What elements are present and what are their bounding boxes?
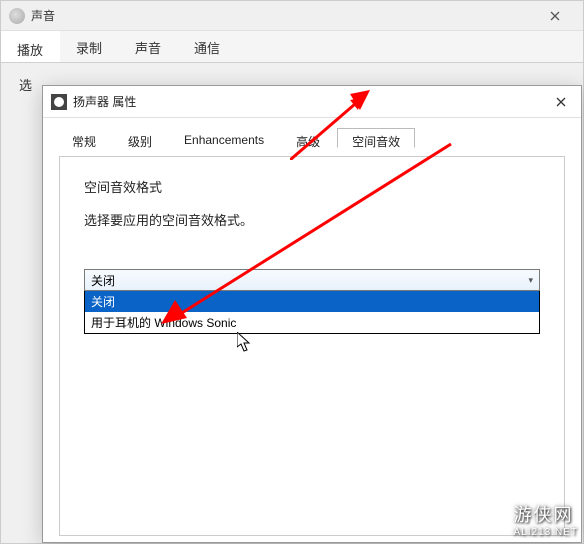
speaker-titlebar: 扬声器 属性 [43,86,581,118]
chevron-down-icon: ▾ [528,275,533,286]
speaker-tab-general[interactable]: 常规 [57,128,111,148]
close-icon [556,97,566,107]
combobox-dropdown: 关闭 用于耳机的 Windows Sonic [84,291,540,334]
sound-tab-playback[interactable]: 播放 [1,31,60,62]
spatial-format-combobox[interactable]: 关闭 ▾ 关闭 用于耳机的 Windows Sonic [84,269,540,291]
speaker-tab-enhancements[interactable]: Enhancements [169,128,279,148]
spatial-audio-panel: 空间音效格式 选择要应用的空间音效格式。 关闭 ▾ 关闭 用于耳机的 Windo… [59,156,565,536]
combobox-display[interactable]: 关闭 ▾ [84,269,540,291]
close-icon [550,11,560,21]
sound-titlebar: 声音 [1,1,583,31]
sound-tabs: 播放 录制 声音 通信 [1,31,583,63]
combo-option-windows-sonic[interactable]: 用于耳机的 Windows Sonic [85,312,539,333]
speaker-tabs: 常规 级别 Enhancements 高级 空间音效 [43,118,581,148]
speaker-tab-spatial[interactable]: 空间音效 [337,128,415,148]
playback-select-label: 选 [19,75,32,94]
speaker-device-icon [9,8,25,24]
sound-close-button[interactable] [535,2,575,30]
speaker-tab-advanced[interactable]: 高级 [281,128,335,148]
sound-tab-communications[interactable]: 通信 [178,31,237,62]
speaker-icon [51,94,67,110]
combo-option-off[interactable]: 关闭 [85,291,539,312]
combobox-value: 关闭 [91,272,115,289]
sound-tab-sounds[interactable]: 声音 [119,31,178,62]
spatial-format-title: 空间音效格式 [84,177,540,196]
speaker-window-title: 扬声器 属性 [73,93,136,110]
speaker-close-button[interactable] [541,88,581,116]
spatial-format-desc: 选择要应用的空间音效格式。 [84,210,540,229]
speaker-tab-levels[interactable]: 级别 [113,128,167,148]
sound-tab-recording[interactable]: 录制 [60,31,119,62]
speaker-properties-window: 扬声器 属性 常规 级别 Enhancements 高级 空间音效 空间音效格式… [42,85,582,543]
sound-window-title: 声音 [31,7,55,24]
